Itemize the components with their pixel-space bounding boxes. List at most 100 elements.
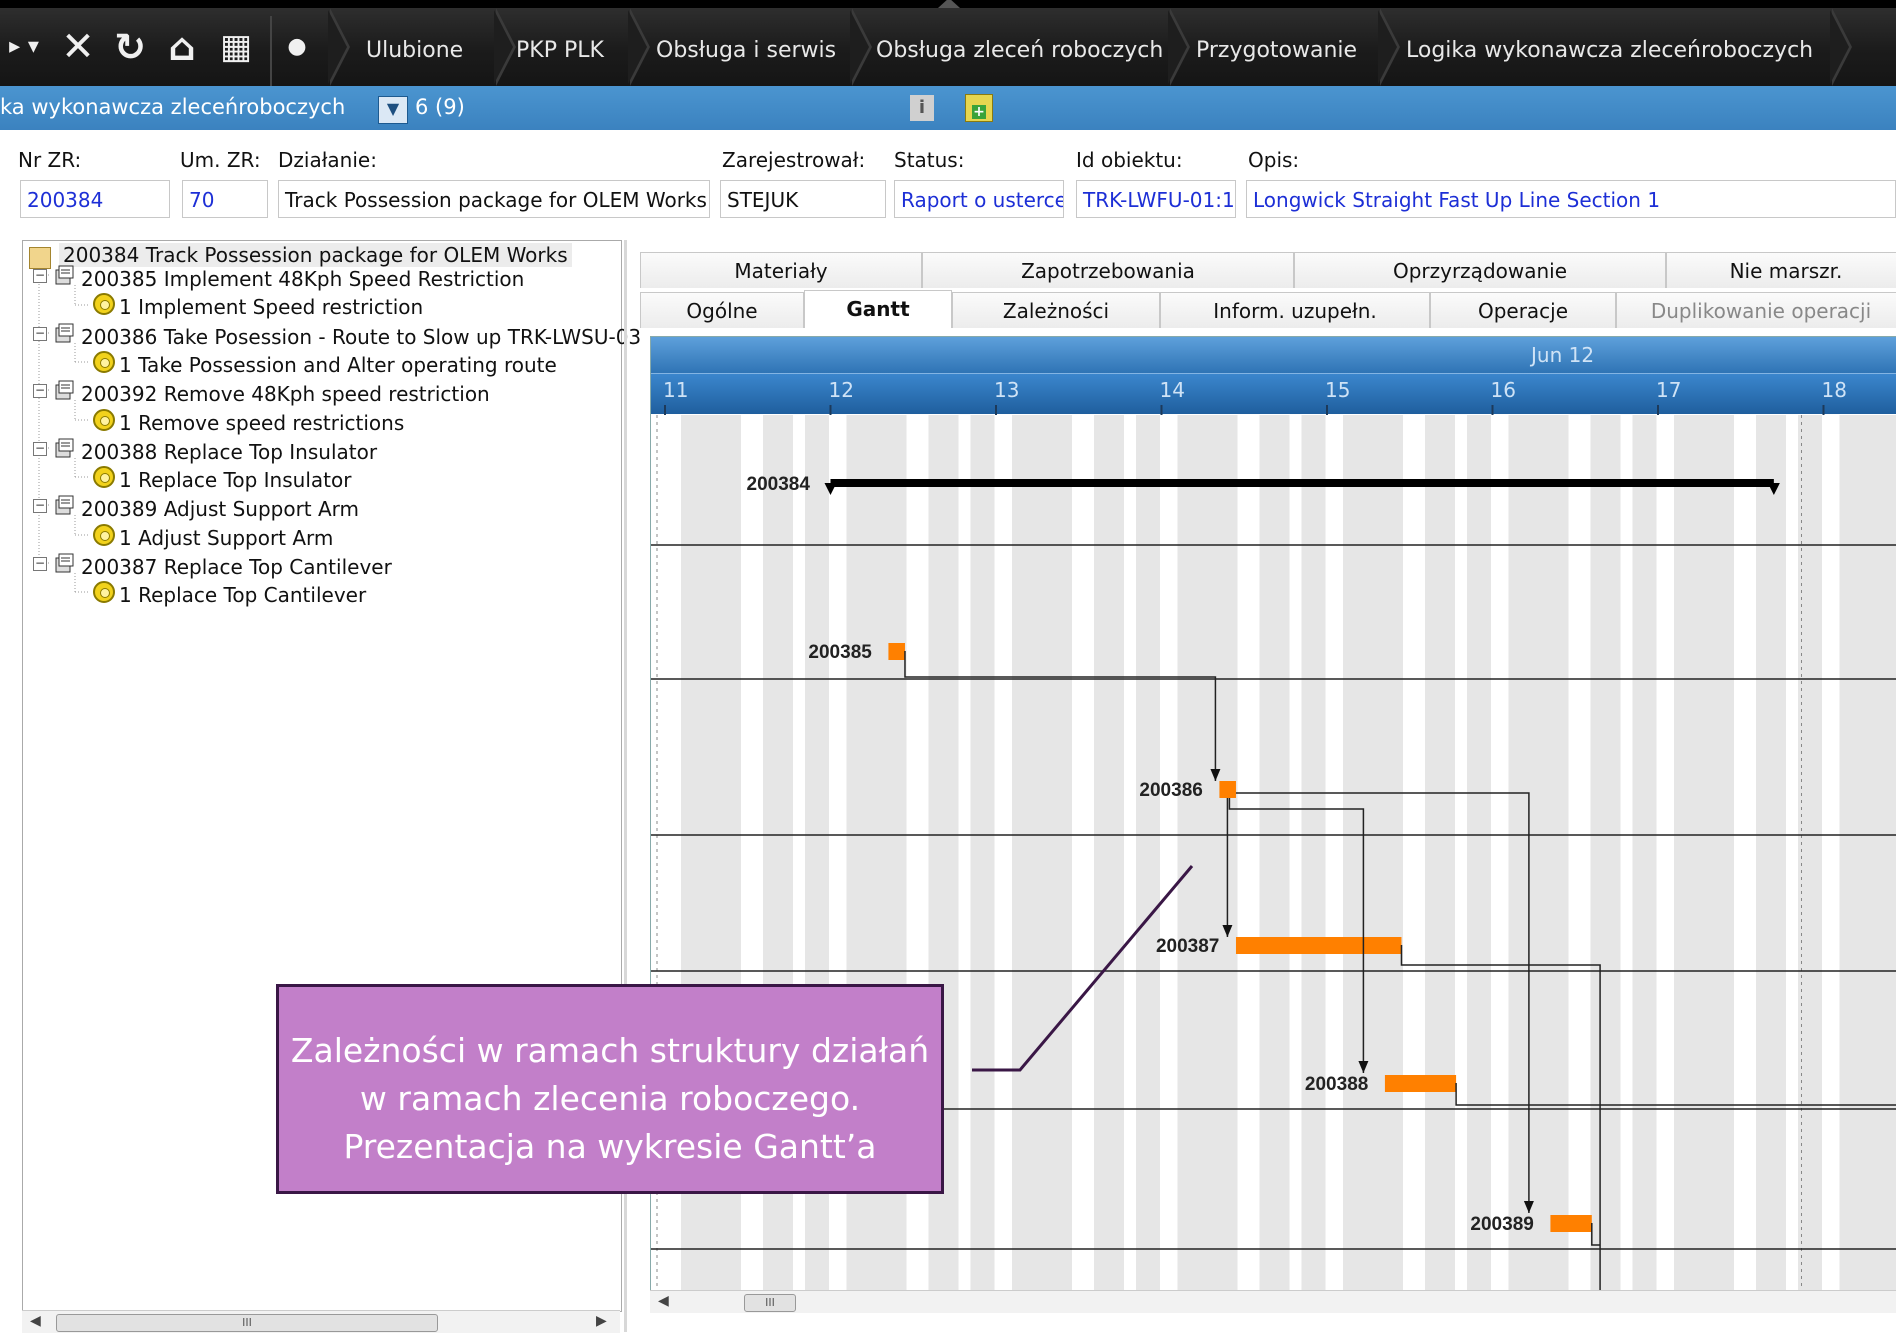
tree-item-work-order[interactable]: 200387 Replace Top Cantilever bbox=[81, 555, 392, 579]
operation-icon bbox=[93, 524, 115, 546]
home-icon[interactable]: ⌂ bbox=[162, 28, 202, 66]
tree-item-operation[interactable]: 1 Replace Top Insulator bbox=[119, 468, 351, 492]
scrollbar-thumb[interactable]: III bbox=[744, 1294, 796, 1312]
breadcrumb-logika-wykonawcza[interactable]: Logika wykonawcza zleceńroboczych bbox=[1406, 38, 1813, 68]
module-title: ka wykonawcza zleceńroboczych bbox=[0, 95, 345, 119]
record-dropdown-button[interactable]: ▼ bbox=[378, 96, 408, 124]
tree-item-work-order[interactable]: 200385 Implement 48Kph Speed Restriction bbox=[81, 267, 524, 291]
label-status: Status: bbox=[894, 148, 964, 172]
tab-row-1: Materiały Zapotrzebowania Oprzyrządowani… bbox=[640, 252, 1896, 288]
tree-item-operation[interactable]: 1 Replace Top Cantilever bbox=[119, 583, 366, 607]
scroll-left-icon[interactable]: ◀ bbox=[30, 1313, 41, 1329]
gantt-shade-band bbox=[1591, 415, 1621, 1307]
tab-gantt[interactable]: Gantt bbox=[804, 290, 952, 328]
operation-icon bbox=[93, 581, 115, 603]
tree-item-work-order[interactable]: 200392 Remove 48Kph speed restriction bbox=[81, 382, 490, 406]
tree-item-work-order[interactable]: 200388 Replace Top Insulator bbox=[81, 440, 377, 464]
tab-nie-marszr[interactable]: Nie marszr. bbox=[1666, 252, 1896, 288]
tab-ogolne[interactable]: Ogólne bbox=[640, 292, 804, 328]
gantt-task-bar bbox=[888, 643, 905, 660]
record-count: 6 (9) bbox=[415, 95, 465, 119]
crumb-chevron bbox=[1832, 8, 1852, 86]
tree-item-work-order[interactable]: 200386 Take Posession - Route to Slow up… bbox=[81, 325, 641, 349]
gantt-shade-band bbox=[1343, 415, 1403, 1307]
crumb-chevron bbox=[630, 8, 650, 86]
nr-zr-field[interactable]: 200384 bbox=[20, 180, 170, 218]
breadcrumb-pkp-plk[interactable]: PKP PLK bbox=[516, 38, 604, 68]
tab-zaleznosci[interactable]: Zależności bbox=[952, 292, 1160, 328]
tab-inform-uzupeln[interactable]: Inform. uzupełn. bbox=[1160, 292, 1430, 328]
gantt-task-bar bbox=[1219, 781, 1236, 798]
work-order-icon bbox=[55, 265, 75, 285]
opis-field[interactable]: Longwick Straight Fast Up Line Section 1 bbox=[1246, 180, 1896, 218]
navigation-bar: ▸ ▾ ✕ ↻ ⌂ ▦ ● Ulubione PKP PLK Obsługa i… bbox=[0, 8, 1896, 86]
gantt-shade-band bbox=[1094, 415, 1124, 1307]
gantt-task-bar bbox=[1550, 1215, 1591, 1232]
tab-oprzyrzadowanie[interactable]: Oprzyrządowanie bbox=[1294, 252, 1666, 288]
gantt-shade-band bbox=[1178, 415, 1238, 1307]
gantt-shade-band bbox=[1136, 415, 1160, 1307]
gantt-shade-band bbox=[1840, 415, 1896, 1307]
id-obiektu-field[interactable]: TRK-LWFU-01:1 bbox=[1076, 180, 1236, 218]
tab-materialy[interactable]: Materiały bbox=[640, 252, 922, 288]
crumb-chevron bbox=[496, 8, 516, 86]
crumb-chevron bbox=[1170, 8, 1190, 86]
collapse-notch-icon[interactable] bbox=[938, 0, 960, 8]
scrollbar-thumb[interactable]: III bbox=[56, 1314, 438, 1332]
close-icon[interactable]: ✕ bbox=[58, 28, 98, 66]
tree-item-work-order[interactable]: 200389 Adjust Support Arm bbox=[81, 497, 359, 521]
status-field[interactable]: Raport o usterce bbox=[894, 180, 1064, 218]
tab-row-2: Ogólne Gantt Zależności Inform. uzupełn.… bbox=[640, 292, 1896, 328]
gantt-shade-band bbox=[1674, 415, 1734, 1307]
collapse-icon[interactable]: − bbox=[33, 499, 47, 513]
label-opis: Opis: bbox=[1248, 148, 1299, 172]
tree-item-operation[interactable]: 1 Take Possession and Alter operating ro… bbox=[119, 353, 557, 377]
um-zr-field[interactable]: 70 bbox=[182, 180, 268, 218]
dropdown-icon[interactable]: ▸ ▾ bbox=[0, 28, 48, 66]
dot-icon[interactable]: ● bbox=[282, 28, 312, 66]
tab-zapotrzebowania[interactable]: Zapotrzebowania bbox=[922, 252, 1294, 288]
tree-item-operation[interactable]: 1 Remove speed restrictions bbox=[119, 411, 404, 435]
breadcrumb-ulubione[interactable]: Ulubione bbox=[366, 38, 463, 68]
gantt-task-label: 200388 bbox=[1305, 1074, 1368, 1095]
gantt-task-label: 200389 bbox=[1470, 1214, 1533, 1235]
refresh-icon[interactable]: ↻ bbox=[110, 28, 150, 66]
collapse-icon[interactable]: − bbox=[33, 327, 47, 341]
zarejestrowal-field[interactable]: STEJUK bbox=[720, 180, 886, 218]
label-zarejestrowal: Zarejestrował: bbox=[722, 148, 865, 172]
gantt-task-bar bbox=[1385, 1075, 1456, 1092]
tree-horizontal-scrollbar[interactable]: ◀ III ▶ bbox=[22, 1310, 620, 1333]
work-order-icon bbox=[55, 495, 75, 515]
gantt-task-label: 200385 bbox=[808, 642, 872, 663]
gantt-horizontal-scrollbar[interactable]: ◀ III bbox=[650, 1290, 1896, 1313]
operation-icon bbox=[93, 466, 115, 488]
tree-item-operation[interactable]: 1 Implement Speed restriction bbox=[119, 295, 423, 319]
dzialanie-field[interactable]: Track Possession package for OLEM Works bbox=[278, 180, 710, 218]
annotation-callout: Zależności w ramach struktury działań w … bbox=[276, 984, 944, 1194]
label-um-zr: Um. ZR: bbox=[180, 148, 261, 172]
gantt-shade-band bbox=[1302, 415, 1326, 1307]
work-order-icon bbox=[55, 380, 75, 400]
chevron-down-icon: ▼ bbox=[379, 97, 407, 121]
work-order-icon bbox=[55, 553, 75, 573]
scroll-left-icon[interactable]: ◀ bbox=[658, 1293, 669, 1309]
gantt-shade-band bbox=[1467, 415, 1491, 1307]
tab-operacje[interactable]: Operacje bbox=[1430, 292, 1616, 328]
collapse-icon[interactable]: − bbox=[33, 557, 47, 571]
scroll-right-icon[interactable]: ▶ bbox=[596, 1313, 607, 1329]
tree-root[interactable]: 200384 Track Possession package for OLEM… bbox=[59, 243, 572, 267]
gantt-shade-band bbox=[1756, 415, 1786, 1307]
grid-icon[interactable]: ▦ bbox=[216, 28, 256, 66]
breadcrumb-przygotowanie[interactable]: Przygotowanie bbox=[1196, 38, 1357, 68]
info-icon[interactable]: i bbox=[910, 95, 934, 121]
add-note-icon[interactable]: + bbox=[965, 94, 993, 122]
breadcrumb-obsluga-i-serwis[interactable]: Obsługa i serwis bbox=[656, 38, 836, 68]
gantt-shade-band bbox=[971, 415, 995, 1307]
tab-duplikowanie-operacji[interactable]: Duplikowanie operacji bbox=[1616, 292, 1896, 328]
collapse-icon[interactable]: − bbox=[33, 269, 47, 283]
collapse-icon[interactable]: − bbox=[33, 384, 47, 398]
tree-item-operation[interactable]: 1 Adjust Support Arm bbox=[119, 526, 333, 550]
gantt-shade-band bbox=[1633, 415, 1657, 1307]
collapse-icon[interactable]: − bbox=[33, 442, 47, 456]
breadcrumb-obsluga-zlecen[interactable]: Obsługa zleceń roboczych bbox=[876, 38, 1163, 68]
